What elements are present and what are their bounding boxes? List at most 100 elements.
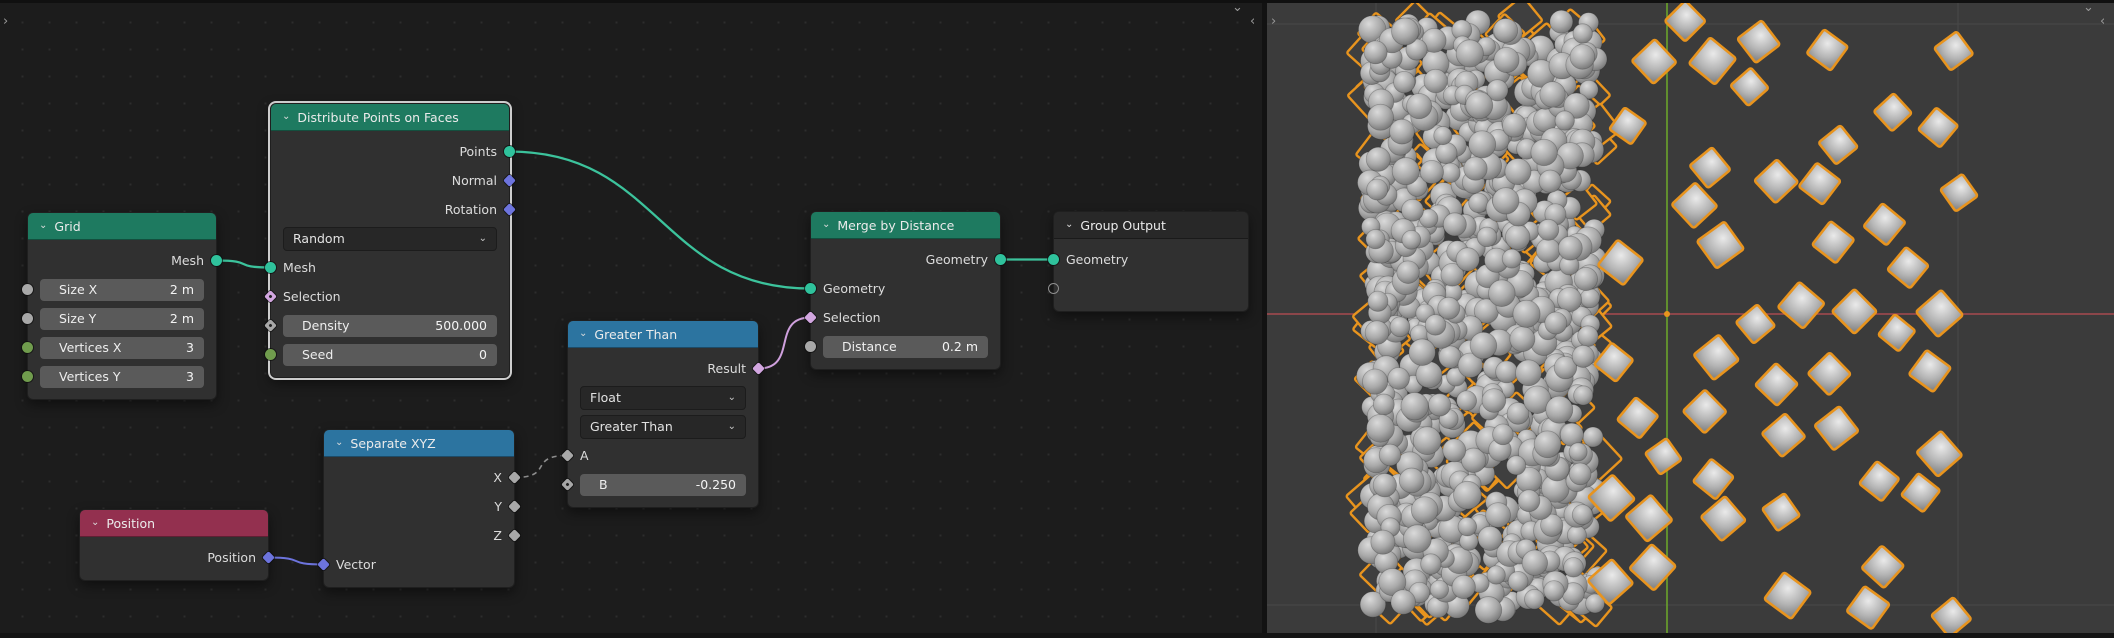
distribute-dropdown[interactable]: Random ⌄: [283, 226, 497, 251]
distribute-points-out-socket[interactable]: [504, 146, 515, 157]
merge-selection-in-socket[interactable]: [804, 311, 817, 324]
position-row-position: Position: [80, 543, 275, 572]
node-title: Distribute Points on Faces: [297, 109, 459, 125]
merge-row-geometry: Geometry: [805, 274, 1000, 303]
3d-viewport[interactable]: [1267, 0, 2114, 638]
merge-row-geometry: Geometry: [811, 245, 1006, 274]
separate-y-out-socket[interactable]: [508, 500, 521, 513]
merge-geometry-out-socket[interactable]: [995, 254, 1006, 265]
node-body-grid: Mesh Size X2 m Size Y2 m Vertices X 3 Vertice…: [22, 240, 222, 399]
world-origin-dot: [1664, 311, 1670, 317]
field-label: B: [599, 477, 608, 492]
node-grid[interactable]: ⌄ Grid Mesh Size X2 m Size Y2 m Vertices X 3 Ve…: [22, 212, 222, 400]
node-separate[interactable]: ⌄ Separate XYZ X Y Z Vector: [317, 429, 521, 588]
chevron-down-icon: ⌄: [727, 392, 736, 403]
socket-diamond: [503, 174, 516, 187]
greater-result-out-socket[interactable]: [752, 362, 765, 375]
greater-dropdown[interactable]: Greater Than ⌄: [580, 414, 746, 439]
node-header-grid[interactable]: ⌄ Grid: [28, 213, 216, 240]
grid-size-y-in-socket[interactable]: [22, 313, 33, 324]
distribute-seed-in-socket[interactable]: [265, 349, 276, 360]
merge-distance-in-socket[interactable]: [805, 341, 816, 352]
socket-circle: [265, 262, 276, 273]
editor-sidebar-toggle-icon[interactable]: ‹: [1250, 15, 1255, 28]
node-distribute[interactable]: ⌄ Distribute Points on Faces Points Normal R…: [264, 103, 516, 378]
viewport-sidebar-toggle-icon[interactable]: ‹: [2100, 15, 2105, 28]
distribute-normal-out-socket[interactable]: [503, 174, 516, 187]
socket-circle: [265, 349, 276, 360]
merge-distance-field[interactable]: Distance 0.2 m: [823, 335, 988, 358]
node-header-distribute[interactable]: ⌄ Distribute Points on Faces: [271, 104, 509, 131]
node-greater[interactable]: ⌄ Greater Than Result Float ⌄ Greater Than ⌄ A B…: [561, 320, 765, 508]
grid-vertices-y-field[interactable]: Vertices Y 3: [40, 365, 204, 388]
grid-vertices-y-in-socket[interactable]: [22, 371, 33, 382]
node-body-greater: Result Float ⌄ Greater Than ⌄ A B -0.250: [561, 348, 765, 507]
node-group_output[interactable]: ⌄ Group Output Geometry: [1048, 211, 1249, 312]
node-header-position[interactable]: ⌄ Position: [80, 510, 268, 537]
collapse-chevron-icon[interactable]: ⌄: [822, 219, 830, 230]
grid-vertices-x-field[interactable]: Vertices X 3: [40, 336, 204, 359]
collapse-chevron-icon[interactable]: ⌄: [335, 437, 343, 448]
node-editor-canvas[interactable]: ⌄ Grid Mesh Size X2 m Size Y2 m Vertices X 3 Ve…: [0, 0, 1262, 638]
collapse-chevron-icon[interactable]: ⌄: [91, 517, 99, 528]
socket-field-dot: [268, 294, 273, 299]
node-header-group_output[interactable]: ⌄ Group Output: [1054, 212, 1248, 239]
distribute-density-field[interactable]: Density 500.000: [283, 314, 497, 337]
bottom-edge: [0, 633, 2114, 638]
grid-size-x-field[interactable]: Size X 2 m: [40, 278, 204, 301]
distribute-row-seed: Seed 0: [265, 340, 509, 369]
node-layer: ⌄ Grid Mesh Size X2 m Size Y2 m Vertices X 3 Ve…: [0, 0, 1262, 638]
field-label: Size Y: [59, 311, 97, 326]
editor-header-collapse-icon[interactable]: ⌄: [1232, 1, 1243, 14]
separate-vector-in-socket[interactable]: [317, 558, 330, 571]
viewport-header-collapse-icon[interactable]: ⌄: [2083, 1, 2094, 14]
position-position-out-socket[interactable]: [262, 551, 275, 564]
node-header-merge[interactable]: ⌄ Merge by Distance: [811, 212, 1000, 239]
grid-vertices-x-in-socket[interactable]: [22, 342, 33, 353]
socket-field-dot: [268, 323, 273, 328]
separate-row-x: X: [324, 463, 521, 492]
distribute-mesh-in-socket[interactable]: [265, 262, 276, 273]
greater-b-in-socket[interactable]: [561, 478, 574, 491]
distribute-selection-in-socket[interactable]: [264, 290, 277, 303]
socket-label: Mesh: [171, 253, 204, 268]
collapse-chevron-icon[interactable]: ⌄: [282, 111, 290, 122]
collapse-chevron-icon[interactable]: ⌄: [579, 328, 587, 339]
field-label: Vertices Y: [59, 369, 121, 384]
merge-geometry-in-socket[interactable]: [805, 283, 816, 294]
node-header-greater[interactable]: ⌄ Greater Than: [568, 321, 758, 348]
grid-size-x-in-socket[interactable]: [22, 284, 33, 295]
greater-a-in-socket[interactable]: [561, 449, 574, 462]
collapse-chevron-icon[interactable]: ⌄: [39, 220, 47, 231]
distribute-rotation-out-socket[interactable]: [503, 203, 516, 216]
distribute-density-in-socket[interactable]: [264, 319, 277, 332]
collapse-chevron-icon[interactable]: ⌄: [1065, 219, 1073, 230]
node-header-separate[interactable]: ⌄ Separate XYZ: [324, 430, 514, 457]
distribute-seed-field[interactable]: Seed 0: [283, 343, 497, 366]
editor-toolbar-toggle-icon[interactable]: ›: [3, 15, 8, 28]
greater-dropdown[interactable]: Float ⌄: [580, 385, 746, 410]
node-position[interactable]: ⌄ Position Position: [79, 509, 275, 581]
socket-diamond: [561, 478, 574, 491]
node-title: Group Output: [1080, 217, 1166, 233]
field-value: 3: [186, 369, 194, 384]
group_output-geometry-in-socket[interactable]: [1048, 254, 1059, 265]
field-value: 3: [186, 340, 194, 355]
grid-mesh-out-socket[interactable]: [211, 255, 222, 266]
socket-diamond: [317, 558, 330, 571]
dropdown-value: Random: [293, 231, 345, 246]
viewport-toolbar-toggle-icon[interactable]: ›: [1271, 15, 1276, 28]
socket-diamond: [561, 449, 574, 462]
group_output-virtual-in-socket[interactable]: [1048, 283, 1059, 294]
node-merge[interactable]: ⌄ Merge by Distance Geometry Geometry Select…: [804, 211, 1006, 370]
distribute-row-random: Random ⌄: [271, 224, 509, 253]
separate-z-out-socket[interactable]: [508, 529, 521, 542]
socket-label: X: [493, 470, 502, 485]
socket-diamond: [804, 311, 817, 324]
grid-size-y-field[interactable]: Size Y 2 m: [40, 307, 204, 330]
greater-b-field[interactable]: B -0.250: [580, 473, 746, 496]
socket-label: Geometry: [823, 281, 886, 296]
separate-x-out-socket[interactable]: [508, 471, 521, 484]
grid-row-vertices-y: Vertices Y 3: [22, 362, 216, 391]
merged-points-cluster[interactable]: [1345, 0, 1623, 628]
